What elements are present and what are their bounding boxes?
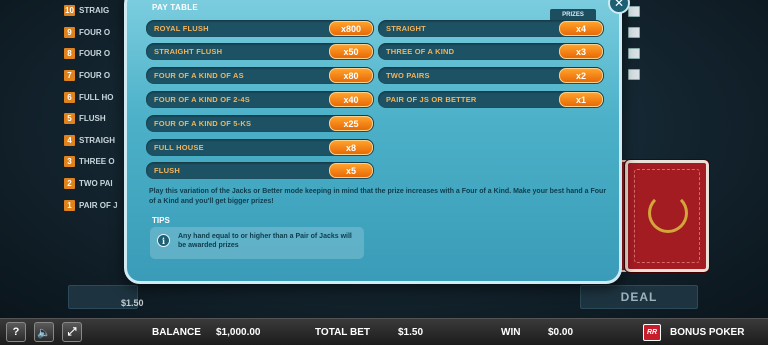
hand-name: FOUR OF A KIND OF AS bbox=[154, 71, 244, 80]
hand-name: TWO PAIRS bbox=[386, 71, 430, 80]
bet-display: $1.50 bbox=[68, 285, 144, 309]
hand-name: ROYAL FLUSH bbox=[154, 24, 209, 33]
card-mini-icon bbox=[628, 27, 640, 38]
multiplier-badge: x4 bbox=[559, 21, 603, 36]
hand-name: FLUSH bbox=[154, 166, 180, 175]
multiplier-badge: x5 bbox=[329, 163, 373, 178]
card-mini-icon bbox=[628, 48, 640, 59]
multiplier-badge: x2 bbox=[559, 68, 603, 83]
multiplier-badge: x50 bbox=[329, 44, 373, 59]
total-bet-value: $1.50 bbox=[398, 327, 424, 338]
multiplier-badge: x25 bbox=[329, 116, 373, 131]
balance-label: BALANCE bbox=[152, 327, 201, 338]
paytable-description: Play this variation of the Jacks or Bett… bbox=[149, 188, 607, 205]
card-mini-icon bbox=[628, 69, 640, 80]
multiplier-badge: x40 bbox=[329, 92, 373, 107]
win-label: WIN bbox=[501, 327, 521, 338]
bottom-status-bar: ? 🔈 ⤢ BALANCE $1,000.00 TOTAL BET $1.50 … bbox=[0, 318, 768, 345]
brand-logo: RR bbox=[643, 324, 661, 341]
hand-name: FOUR OF A KIND OF 5-KS bbox=[154, 119, 252, 128]
hand-name: STRAIGHT bbox=[386, 24, 426, 33]
paytable-row: FOUR OF A KIND OF AS x80 bbox=[146, 67, 374, 84]
multiplier-badge: x3 bbox=[559, 44, 603, 59]
paytable-row: STRAIGHT FLUSH x50 bbox=[146, 43, 374, 60]
hand-name: FOUR OF A KIND OF 2-4S bbox=[154, 95, 250, 104]
multiplier-badge: x80 bbox=[329, 68, 373, 83]
paytable-row: STRAIGHT x4 bbox=[378, 20, 604, 37]
multiplier-badge: x800 bbox=[329, 21, 373, 36]
total-bet-label: TOTAL BET bbox=[315, 327, 370, 338]
paytable-row: FLUSH x5 bbox=[146, 162, 374, 179]
paytable-row: TWO PAIRS x2 bbox=[378, 67, 604, 84]
card-mini-icon bbox=[628, 6, 640, 17]
multiplier-badge: x1 bbox=[559, 92, 603, 107]
paytable-row: FOUR OF A KIND OF 2-4S x40 bbox=[146, 91, 374, 108]
laurel-emblem-icon bbox=[648, 193, 688, 233]
hand-name: THREE OF A KIND bbox=[386, 47, 455, 56]
tips-title: TIPS bbox=[152, 216, 170, 225]
expand-icon[interactable]: ⤢ bbox=[62, 322, 82, 342]
balance-value: $1,000.00 bbox=[216, 327, 261, 338]
multiplier-badge: x8 bbox=[329, 140, 373, 155]
card-back[interactable] bbox=[625, 160, 709, 272]
paytable-row: PAIR OF JS OR BETTER x1 bbox=[378, 91, 604, 108]
speaker-icon[interactable]: 🔈 bbox=[34, 322, 54, 342]
paytable-row: FOUR OF A KIND OF 5-KS x25 bbox=[146, 115, 374, 132]
tips-text: Any hand equal to or higher than a Pair … bbox=[178, 233, 352, 249]
deal-button[interactable]: DEAL bbox=[580, 285, 698, 309]
hand-name: PAIR OF JS OR BETTER bbox=[386, 95, 477, 104]
paytable-row: ROYAL FLUSH x800 bbox=[146, 20, 374, 37]
paytable-title: PAY TABLE bbox=[152, 3, 198, 12]
info-icon: i bbox=[157, 234, 170, 247]
hand-name: STRAIGHT FLUSH bbox=[154, 47, 223, 56]
hand-name: FULL HOUSE bbox=[154, 143, 204, 152]
background-suit-icons bbox=[628, 0, 668, 90]
paytable-row: THREE OF A KIND x3 bbox=[378, 43, 604, 60]
game-name: BONUS POKER bbox=[670, 327, 745, 338]
prizes-header: PRIZES bbox=[550, 9, 596, 20]
question-mark-icon[interactable]: ? bbox=[6, 322, 26, 342]
paytable-row: FULL HOUSE x8 bbox=[146, 139, 374, 156]
win-value: $0.00 bbox=[548, 327, 574, 338]
